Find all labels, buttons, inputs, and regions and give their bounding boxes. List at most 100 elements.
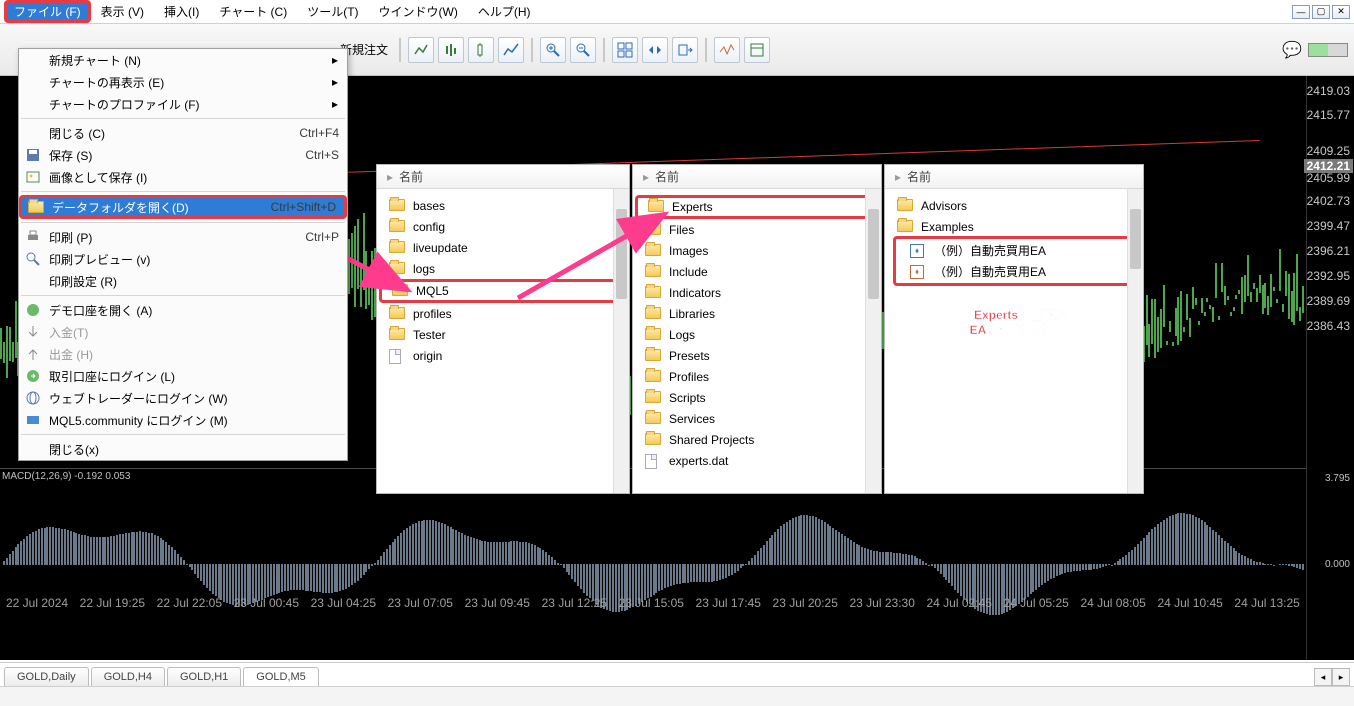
zoom-in-icon[interactable] [540, 37, 566, 63]
menu-item-p[interactable]: 印刷 (P)Ctrl+P [19, 226, 347, 248]
menu-item-h: 出金 (H) [19, 343, 347, 365]
cloud-icon[interactable]: 💬 [1282, 40, 1302, 60]
folder-icon [389, 199, 405, 213]
scrollbar[interactable] [865, 189, 881, 493]
menu-view[interactable]: 表示 (V) [91, 0, 154, 23]
menu-chart[interactable]: チャート (C) [209, 0, 297, 23]
menu-item-w[interactable]: ウェブトレーダーにログイン (W) [19, 387, 347, 409]
tab-gold-h4[interactable]: GOLD,H4 [91, 667, 165, 686]
menu-item-x[interactable]: 閉じる(x) [19, 438, 347, 460]
tool-shift-icon[interactable] [672, 37, 698, 63]
menu-item-e[interactable]: チャートの再表示 (E)▸ [19, 71, 347, 93]
menu-item-n[interactable]: 新規チャート (N)▸ [19, 49, 347, 71]
maximize-button[interactable]: ▢ [1312, 5, 1330, 19]
folder-icon [389, 307, 405, 321]
folder-item-scripts[interactable]: Scripts [635, 387, 879, 408]
menu-item-i[interactable]: 画像として保存 (I) [19, 166, 347, 188]
folder-item-logs[interactable]: logs [379, 258, 627, 279]
scrollbar[interactable] [1127, 189, 1143, 493]
time-axis: 22 Jul 202422 Jul 19:2522 Jul 22:0523 Ju… [0, 596, 1306, 610]
folder-item-libraries[interactable]: Libraries [635, 303, 879, 324]
folder-icon [645, 244, 661, 258]
folder-item-experts[interactable]: Experts [635, 195, 879, 219]
explorer-mql5-folder: ▸名前 ExpertsFilesImagesIncludeIndicatorsL… [632, 164, 882, 494]
close-button[interactable]: ✕ [1332, 5, 1350, 19]
tab-gold-daily[interactable]: GOLD,Daily [4, 667, 89, 686]
scrollbar[interactable] [613, 189, 629, 493]
file-menu-dropdown: 新規チャート (N)▸チャートの再表示 (E)▸チャートのプロファイル (F)▸… [18, 48, 348, 461]
folder-item-logs[interactable]: Logs [635, 324, 879, 345]
deposit-icon [23, 324, 43, 340]
folder-icon [645, 370, 661, 384]
explorer-header[interactable]: ▸名前 [377, 165, 629, 189]
tool-indicators-icon[interactable] [714, 37, 740, 63]
login-icon [23, 368, 43, 384]
folder-item-liveupdate[interactable]: liveupdate [379, 237, 627, 258]
tool-templates-icon[interactable] [744, 37, 770, 63]
minimize-button[interactable]: — [1292, 5, 1310, 19]
menu-item-a[interactable]: デモ口座を開く (A) [19, 299, 347, 321]
tool-chart-1-icon[interactable] [408, 37, 434, 63]
blank-icon [23, 96, 43, 112]
menu-item-l[interactable]: 取引口座にログイン (L) [19, 365, 347, 387]
menu-item-d[interactable]: データフォルダを開く(D)Ctrl+Shift+D [19, 195, 347, 219]
menu-insert[interactable]: 挿入(I) [154, 0, 209, 23]
tool-chart-2-icon[interactable] [438, 37, 464, 63]
folder-item-profiles[interactable]: Profiles [635, 366, 879, 387]
withdraw-icon [23, 346, 43, 362]
folder-icon [897, 220, 913, 234]
menu-file[interactable]: ファイル (F) [4, 0, 91, 23]
folder-item-profiles[interactable]: profiles [379, 303, 627, 324]
menu-item-mql5communitym[interactable]: MQL5.community にログイン (M) [19, 409, 347, 431]
folder-item-indicators[interactable]: Indicators [635, 282, 879, 303]
tab-scroll-left[interactable]: ◂ [1314, 668, 1332, 686]
tool-grid-icon[interactable] [612, 37, 638, 63]
tool-chart-3-icon[interactable] [468, 37, 494, 63]
save-icon [23, 147, 43, 163]
zoom-out-icon[interactable] [570, 37, 596, 63]
menu-item-c[interactable]: 閉じる (C)Ctrl+F4 [19, 122, 347, 144]
annotation-callout: 「Experts」直下が EAの格納場所。 [890, 308, 1138, 338]
blank-icon [23, 273, 43, 289]
menu-help[interactable]: ヘルプ(H) [468, 0, 541, 23]
file-icon [645, 454, 661, 468]
folder-item-presets[interactable]: Presets [635, 345, 879, 366]
folder-item-images[interactable]: Images [635, 240, 879, 261]
folder-item-expertsdat[interactable]: experts.dat [635, 450, 879, 471]
menu-item-v[interactable]: 印刷プレビュー (v) [19, 248, 347, 270]
explorer-header[interactable]: ▸名前 [633, 165, 881, 189]
window-controls: — ▢ ✕ [1292, 5, 1350, 19]
ea-icon: ⬧ [910, 244, 926, 258]
menu-window[interactable]: ウインドウ(W) [369, 0, 468, 23]
menu-item-s[interactable]: 保存 (S)Ctrl+S [19, 144, 347, 166]
folder-item-include[interactable]: Include [635, 261, 879, 282]
connection-status[interactable] [1308, 43, 1348, 57]
current-price: 2412.21 [1304, 159, 1353, 173]
file-icon [389, 349, 405, 363]
folder-item-bases[interactable]: bases [379, 195, 627, 216]
folder-item-tester[interactable]: Tester [379, 324, 627, 345]
tab-scroll-right[interactable]: ▸ [1332, 668, 1350, 686]
folder-icon [645, 265, 661, 279]
folder-item-ea[interactable]: ⬧（例）自動売買用EA [900, 240, 1128, 261]
explorer-header[interactable]: ▸名前 [885, 165, 1143, 189]
tool-scroll-icon[interactable] [642, 37, 668, 63]
folder-item-services[interactable]: Services [635, 408, 879, 429]
tool-chart-4-icon[interactable] [498, 37, 524, 63]
menu-item-r[interactable]: 印刷設定 (R) [19, 270, 347, 292]
folder-item-ea[interactable]: ⬧（例）自動売買用EA [900, 261, 1128, 282]
folder-item-origin[interactable]: origin [379, 345, 627, 366]
folder-item-mql5[interactable]: MQL5 [379, 279, 627, 303]
menu-tools[interactable]: ツール(T) [297, 0, 368, 23]
folder-item-advisors[interactable]: Advisors [887, 195, 1141, 216]
folder-item-config[interactable]: config [379, 216, 627, 237]
folder-item-sharedprojects[interactable]: Shared Projects [635, 429, 879, 450]
folder-icon [645, 223, 661, 237]
folder-item-files[interactable]: Files [635, 219, 879, 240]
tab-gold-m5[interactable]: GOLD,M5 [243, 667, 319, 687]
ea-icon: ⬧ [910, 265, 926, 279]
folder-item-examples[interactable]: Examples [887, 216, 1141, 237]
mql5-icon [23, 412, 43, 428]
menu-item-f[interactable]: チャートのプロファイル (F)▸ [19, 93, 347, 115]
tab-gold-h1[interactable]: GOLD,H1 [167, 667, 241, 686]
